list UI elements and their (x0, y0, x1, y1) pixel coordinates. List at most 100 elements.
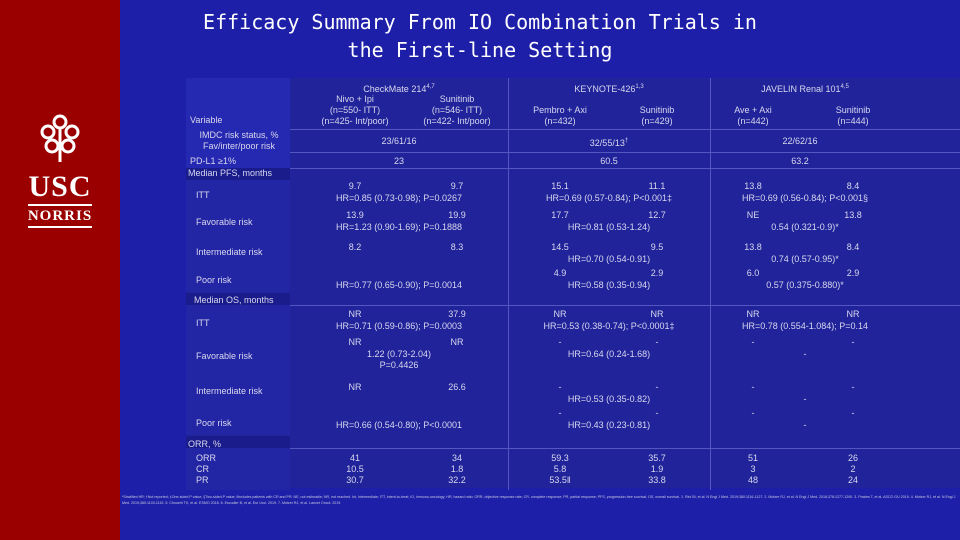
pdl1-value: 60.5 (600, 156, 618, 166)
orr-value: 1.8 (450, 464, 464, 474)
arm-n: (n=550- ITT) (329, 105, 381, 115)
arm-value: - (558, 382, 562, 392)
arm-value: 13.8 (744, 181, 762, 191)
arm-label: Sunitinib (639, 105, 675, 115)
arm-header: Sunitinib (n=546- ITT) (n=422- Int/poor) (402, 94, 512, 127)
hazard-ratio: - (803, 420, 807, 430)
arm-label: Sunitinib (835, 105, 871, 115)
arm-value: 6.0 (746, 268, 760, 278)
orr-value: 32.2 (448, 475, 466, 485)
orr-value: 41 (349, 453, 360, 463)
arm-value: 19.9 (448, 210, 466, 220)
usc-norris-logo: USC NORRIS (22, 110, 98, 230)
logo-usc-text: USC (28, 170, 92, 203)
hazard-ratio: HR=0.69 (0.56-0.84); P<0.001§ (741, 193, 869, 203)
row-label: ITT (196, 190, 210, 200)
arm-value: 12.7 (648, 210, 666, 220)
orr-value: 53.5‖ (549, 475, 571, 485)
trial-name: JAVELIN Renal 101 (761, 84, 841, 94)
trial-header-keynote426: KEYNOTE-4261,3 (508, 82, 710, 95)
orr-value: 5.8 (553, 464, 567, 474)
arm-value: - (655, 382, 659, 392)
footnote-mark: † (624, 138, 629, 144)
pdl1-value: 63.2 (791, 156, 809, 166)
imdc-row-label: IMDC risk status, % Fav/inter/poor risk (199, 130, 279, 151)
hazard-ratio: HR=0.64 (0.24-1.68) (567, 349, 651, 359)
logo-divider (28, 226, 92, 228)
grid-line (290, 168, 960, 169)
arm-label: Nivo + Ipi (336, 94, 374, 104)
arm-value: - (751, 382, 755, 392)
arm-value: NR (450, 337, 464, 347)
arm-value: 8.4 (846, 242, 860, 252)
row-label: Poor risk (196, 275, 232, 285)
arm-label: Sunitinib (439, 94, 475, 104)
arm-value: 14.5 (551, 242, 569, 252)
section-median-pfs: Median PFS, months (188, 168, 273, 178)
arm-n: (n=432) (544, 116, 576, 126)
arm-value: - (751, 337, 755, 347)
grid-line (290, 448, 960, 449)
imdc-value: 32/55/13† (508, 136, 710, 149)
arm-value: 4.9 (553, 268, 567, 278)
hazard-ratio: - (803, 394, 807, 404)
orr-value: 26 (847, 453, 858, 463)
hazard-ratio: 1.22 (0.73-2.04) (366, 349, 432, 359)
arm-value: 9.7 (348, 181, 362, 191)
row-label: Favorable risk (196, 351, 253, 361)
section-median-os: Median OS, months (194, 295, 274, 305)
trial-name: KEYNOTE-426 (574, 84, 636, 94)
hazard-ratio: HR=0.69 (0.57-0.84); P<0.001‡ (545, 193, 673, 203)
arm-value: 8.4 (846, 181, 860, 191)
orr-row-label: CR (196, 464, 209, 474)
p-value: P=0.4426 (379, 360, 419, 370)
arm-value: 9.5 (650, 242, 664, 252)
hazard-ratio: HR=0.70 (0.54-0.91) (567, 254, 651, 264)
row-label: ITT (196, 318, 210, 328)
row-label: Intermediate risk (196, 247, 263, 257)
arm-n: (n=444) (837, 116, 869, 126)
imdc-value: 23/61/16 (381, 136, 417, 146)
arm-n: (n=429) (641, 116, 673, 126)
hazard-ratio: - (803, 349, 807, 359)
arm-value: - (851, 382, 855, 392)
arm-value: NR (348, 382, 362, 392)
arm-value: 26.6 (448, 382, 466, 392)
hazard-ratio: HR=0.53 (0.38-0.74); P<0.0001‡ (543, 321, 675, 331)
arm-n: (n=425- Int/poor) (321, 116, 389, 126)
imdc-value: 22/62/16 (782, 136, 818, 146)
arm-value: NR (348, 309, 362, 319)
hazard-ratio: HR=0.85 (0.73-0.98); P=0.0267 (335, 193, 463, 203)
logo-divider (28, 204, 92, 206)
pdl1-value: 23 (393, 156, 404, 166)
trial-refs: 4,7 (426, 84, 435, 90)
imdc-value-text: 32/55/13 (589, 138, 625, 148)
pdl1-row-label: PD-L1 ≥1% (190, 156, 236, 166)
slide-title: Efficacy Summary From IO Combination Tri… (203, 10, 757, 62)
arm-value: 2.9 (650, 268, 664, 278)
hazard-ratio: HR=0.43 (0.23-0.81) (567, 420, 651, 430)
hazard-ratio: HR=0.81 (0.53-1.24) (567, 222, 651, 232)
orr-value: 10.5 (346, 464, 364, 474)
sidebar-brand-band: USC NORRIS (0, 0, 120, 540)
arm-value: 8.2 (348, 242, 362, 252)
arm-value: 2.9 (846, 268, 860, 278)
variable-header: Variable (190, 115, 223, 125)
hazard-ratio: HR=0.71 (0.59-0.86); P=0.0003 (335, 321, 463, 331)
hazard-ratio: HR=0.53 (0.35-0.82) (567, 394, 651, 404)
hazard-ratio: 0.54 (0.321-0.9)* (771, 222, 839, 232)
arm-value: - (558, 408, 562, 418)
arm-value: 15.1 (551, 181, 569, 191)
arm-header: Ave + Axi (n=442) (708, 105, 798, 127)
grid-line (290, 152, 960, 153)
trial-refs: 4,5 (840, 84, 849, 90)
trial-header-javelin101: JAVELIN Renal 1014,5 (710, 82, 900, 95)
trial-name: CheckMate 214 (363, 84, 427, 94)
arm-value: - (851, 337, 855, 347)
orr-value: 48 (747, 475, 758, 485)
orr-value: 51 (747, 453, 758, 463)
orr-value: 30.7 (346, 475, 364, 485)
arm-label: Ave + Axi (734, 105, 772, 115)
grid-line (290, 305, 960, 306)
hazard-ratio: HR=0.77 (0.65-0.90); P=0.0014 (335, 280, 463, 290)
